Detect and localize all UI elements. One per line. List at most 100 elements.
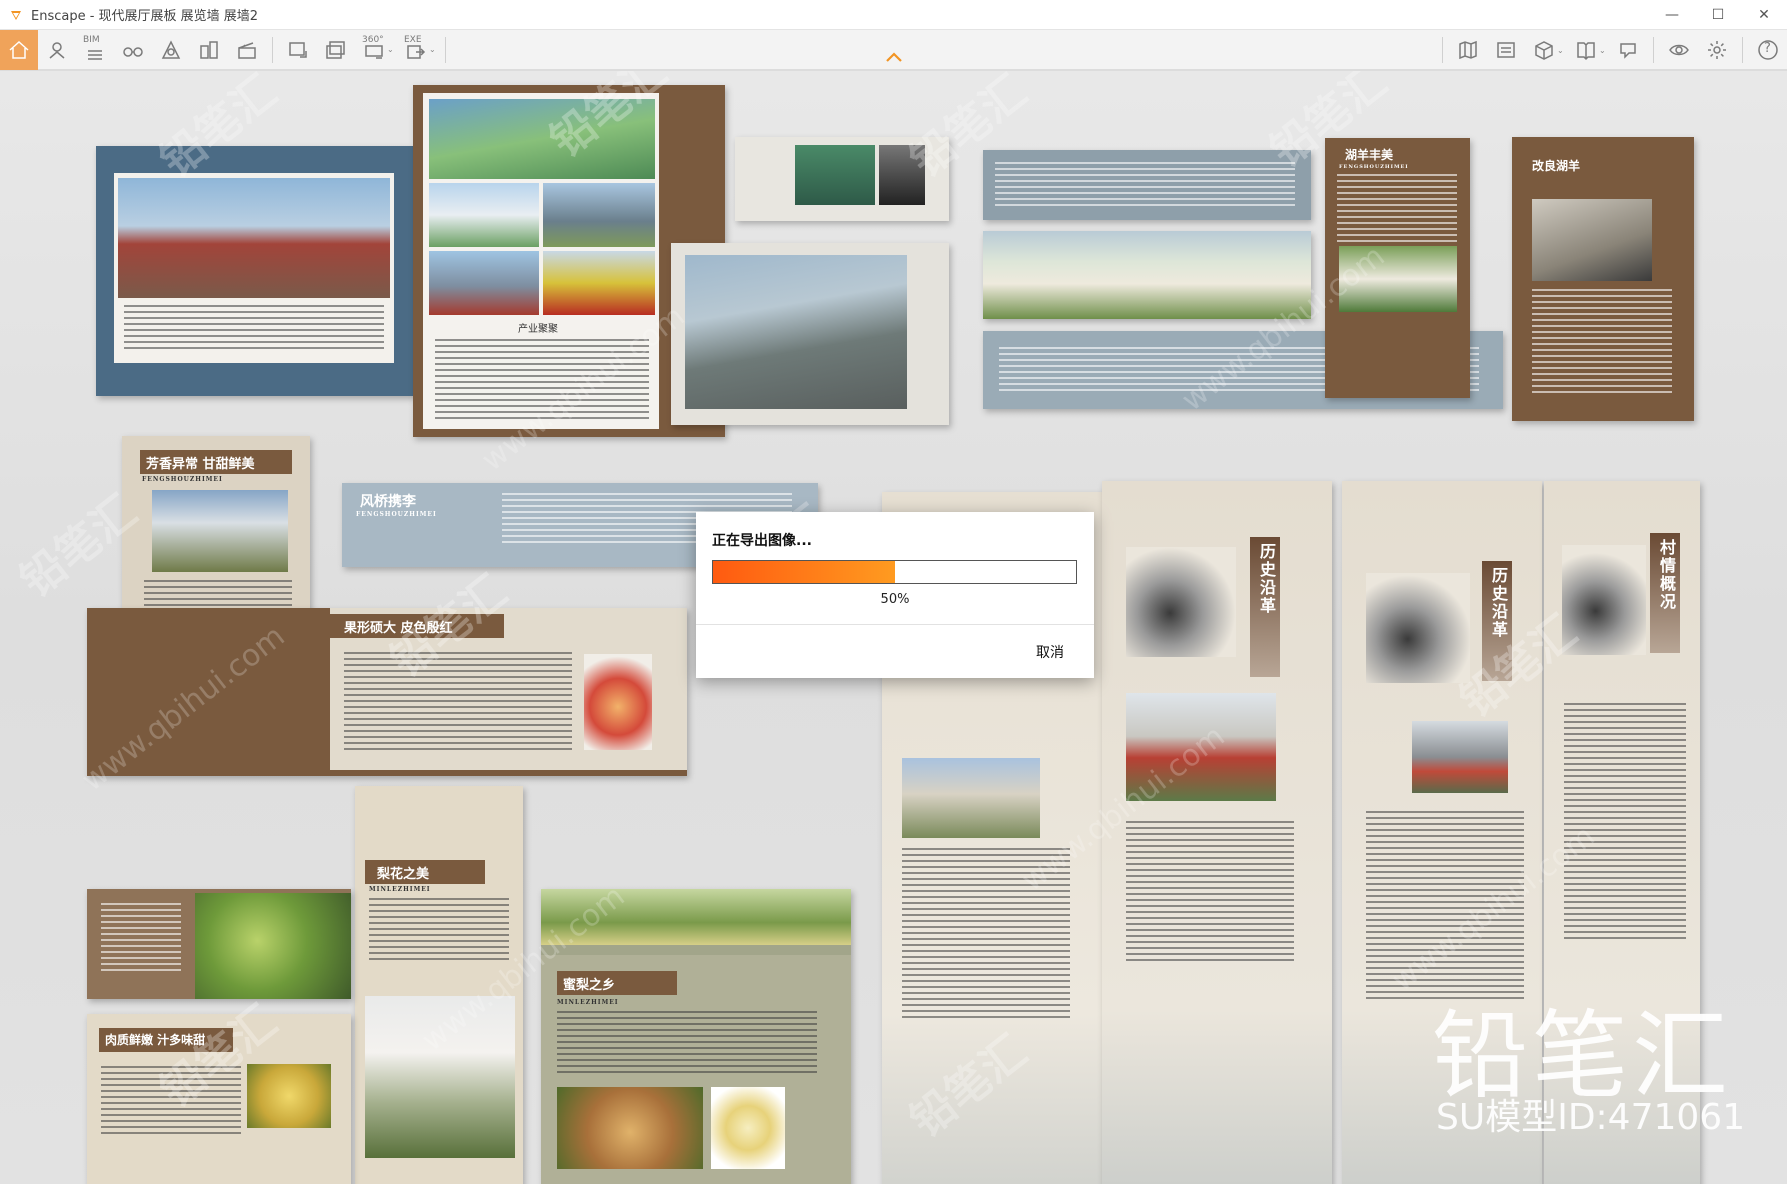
- binoculars-button[interactable]: [114, 30, 152, 70]
- fengxiang-panel-title: 芳香异常 甘甜鲜美: [146, 457, 255, 472]
- minimize-button[interactable]: —: [1649, 0, 1695, 30]
- panel-text-lines: [369, 898, 509, 964]
- panel-text-lines: [344, 652, 572, 752]
- building-photo: [429, 183, 539, 247]
- map-icon: [1459, 40, 1477, 60]
- panel-text-lines: [101, 903, 181, 973]
- sheep-flock-photo: [983, 231, 1311, 319]
- huyang-pinyin: FENGSHOUZHIMEI: [1339, 164, 1409, 170]
- buildings-icon: [200, 40, 218, 59]
- clapperboard-icon: [238, 41, 256, 59]
- gailiang-panel-title: 改良湖羊: [1532, 159, 1581, 173]
- display-panel-green-pears: [87, 889, 351, 999]
- display-panel-gailiang: 改良湖羊: [1512, 137, 1694, 421]
- cunqing-panel-title: 村情概况: [1657, 539, 1676, 611]
- help-button[interactable]: ?: [1749, 30, 1787, 70]
- title-bar: Enscape - 现代展厅展板 展览墙 展墙2 — ☐ ✕: [0, 0, 1787, 30]
- export-progress-bar: [712, 560, 1077, 584]
- pear-basket-photo: [557, 1087, 703, 1169]
- panel-text-lines: [124, 305, 384, 349]
- lishi-panel-title-1: 历史沿革: [1257, 543, 1276, 615]
- asset-library-icon: [161, 39, 181, 59]
- feedback-button[interactable]: [1609, 30, 1647, 70]
- mili-pinyin: MINLEZHIMEI: [557, 999, 619, 1006]
- fengqiao-pinyin: FENGSHOUZHIMEI: [356, 511, 437, 518]
- fengqiao-panel-title: 风桥携李: [360, 494, 416, 510]
- enscape-logo-icon: [11, 10, 21, 20]
- export-progress-percent: 50%: [880, 592, 910, 607]
- model-id-watermark: SU模型ID:471061: [1436, 1097, 1746, 1138]
- display-panel-sheep-text: [983, 150, 1311, 220]
- industry-panel-title: 产业聚聚: [518, 324, 558, 335]
- batch-render-button[interactable]: [317, 30, 355, 70]
- asset-library-button[interactable]: [152, 30, 190, 70]
- green-pear-photo: [195, 893, 351, 999]
- collapse-toolbar-chevron-icon[interactable]: [884, 50, 904, 64]
- school-photo: [902, 758, 1040, 838]
- cube-icon: [1535, 41, 1553, 60]
- home-button[interactable]: [0, 29, 38, 70]
- fengxiang-pinyin: FENGSHOUZHIMEI: [142, 476, 223, 483]
- visual-settings-button[interactable]: [1660, 30, 1698, 70]
- panel-title-band: 村情概况: [1650, 533, 1680, 653]
- panel-insert: [114, 173, 394, 363]
- collaboration-button[interactable]: [1487, 30, 1525, 70]
- lihua-panel-title: 梨花之美: [377, 867, 430, 882]
- panel-insert: 蜜梨之乡 MINLEZHIMEI: [541, 955, 851, 1184]
- help-label: ?: [1764, 41, 1771, 56]
- panel-title-band: 蜜梨之乡: [557, 971, 677, 995]
- view-management-button[interactable]: [38, 30, 76, 70]
- maximize-button[interactable]: ☐: [1695, 0, 1741, 30]
- buildings-button[interactable]: [190, 30, 228, 70]
- cube-view-button[interactable]: [1525, 30, 1563, 70]
- panel-text-lines: [995, 162, 1295, 210]
- batch-render-icon: [326, 40, 345, 59]
- toolbar-separator: [1653, 37, 1654, 63]
- display-panel-mall: [96, 146, 414, 396]
- screenshot-export-icon: [289, 41, 307, 58]
- cut-pear-photo: [711, 1087, 785, 1169]
- window-title: Enscape - 现代展厅展板 展览墙 展墙2: [31, 9, 259, 24]
- mili-panel-title: 蜜梨之乡: [563, 978, 616, 993]
- yellow-pears-photo: [247, 1064, 331, 1128]
- window-controls: — ☐ ✕: [1649, 0, 1787, 30]
- blossom-photo: [152, 490, 288, 572]
- toolbar-right-group: ⌄ ⌄ ?: [1436, 30, 1787, 70]
- map-button[interactable]: [1449, 30, 1487, 70]
- ink-village-painting-2: [1366, 573, 1470, 683]
- export-progress-fill: [713, 561, 895, 583]
- huyang-panel-title: 湖羊丰美: [1345, 148, 1394, 162]
- panorama-button[interactable]: 360°: [355, 30, 393, 70]
- toolbar-separator: [272, 36, 273, 63]
- clapper-button[interactable]: [228, 30, 266, 70]
- panel-text-lines: [1337, 174, 1457, 244]
- home-icon: [9, 40, 29, 59]
- close-button[interactable]: ✕: [1741, 0, 1787, 30]
- panel-text-lines: [1126, 821, 1294, 961]
- exe-label: EXE: [404, 34, 422, 45]
- settings-button[interactable]: [1698, 30, 1736, 70]
- collaboration-icon: [1497, 42, 1515, 58]
- bim-button[interactable]: BIM: [76, 30, 114, 70]
- ink-village-painting-1: [1126, 547, 1236, 657]
- screenshot-button[interactable]: [279, 30, 317, 70]
- panel-title-band: 梨花之美: [365, 860, 485, 884]
- display-panel-sheep-photo: [983, 231, 1311, 319]
- panorama-label: 360°: [362, 34, 384, 45]
- book-button[interactable]: [1567, 30, 1605, 70]
- cancel-button[interactable]: 取消: [1036, 642, 1064, 662]
- factory-photo: [543, 183, 655, 247]
- panel-text-lines: [557, 1011, 817, 1077]
- panel-title-band: 历史沿革: [1250, 537, 1280, 677]
- lihua-pinyin: MINLEZHIMEI: [369, 886, 431, 893]
- trucks-photo: [685, 255, 907, 409]
- location-pin-icon: [49, 41, 65, 59]
- sheep-pen-photo: [1532, 199, 1652, 281]
- market-photo: [543, 251, 655, 315]
- stadium-photo: [429, 251, 539, 315]
- dialog-separator: [696, 624, 1094, 625]
- toolbar-separator: [1742, 37, 1743, 63]
- export-progress-dialog: 正在导出图像... 50% 取消: [696, 512, 1094, 678]
- feedback-icon: [1620, 43, 1636, 59]
- exe-export-button[interactable]: EXE: [397, 30, 435, 70]
